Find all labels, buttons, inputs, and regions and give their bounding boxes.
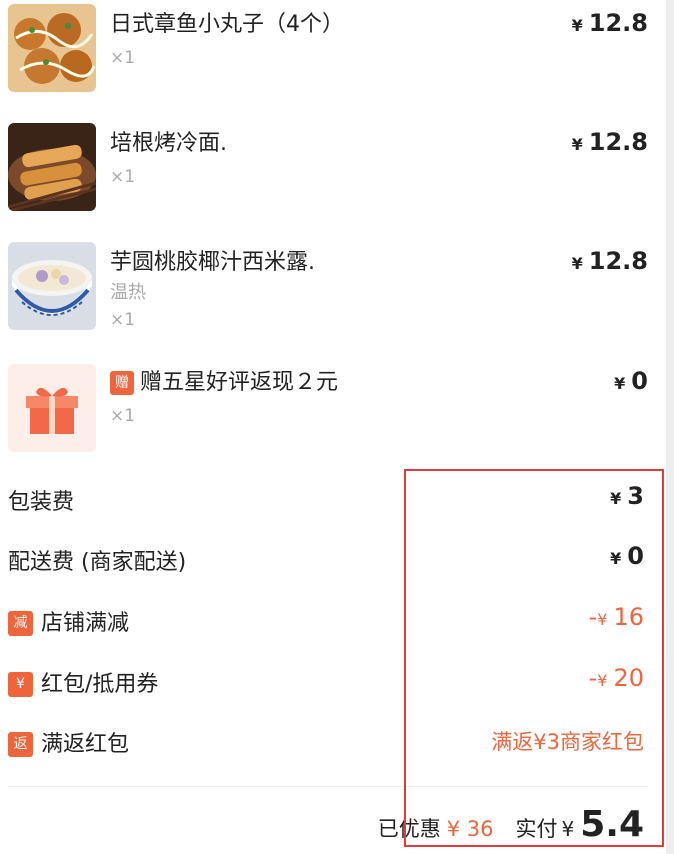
order-item-gift: 赠赠五星好评返现２元 ×1 ¥0 [8,362,648,462]
taro-dessert-bowl-icon [8,242,96,330]
item-name: 日式章鱼小丸子（4个） [110,12,344,37]
item-name: 芋圆桃胶椰汁西米露. [110,250,315,275]
order-item-taro-dessert: 芋圆桃胶椰汁西米露. 温热 ×1 ¥12.8 [8,242,648,342]
order-item-bacon-noodle: 培根烤冷面. ×1 ¥12.8 [8,123,648,223]
fee-label-text: 店铺满减 [41,611,130,636]
item-price: ¥12.8 [572,128,648,156]
fee-label: 减店铺满减 [8,605,129,637]
fee-label: 配送费 (商家配送) [8,550,187,575]
item-quantity: ×1 [110,48,136,68]
gift-price-value: 0 [631,367,648,395]
gift-name: 赠赠五星好评返现２元 [110,364,338,396]
currency-symbol: ¥ [571,135,583,154]
currency-symbol: ¥ [571,254,583,273]
item-quantity: ×1 [110,310,136,330]
currency-symbol: ¥ [614,374,626,393]
gift-badge: 赠 [110,371,134,395]
cashback-tag-icon: 返 [8,732,33,757]
fee-label: 返满返红包 [8,726,129,758]
item-name: 培根烤冷面. [110,131,227,156]
bacon-cold-noodle-food-icon [8,123,96,211]
currency-symbol: ¥ [571,16,583,35]
highlight-box [404,469,664,847]
fee-label-text: 红包/抵用券 [41,672,159,697]
item-quantity: ×1 [110,167,136,187]
discount-tag-icon: 减 [8,611,33,636]
item-price-value: 12.8 [588,247,648,275]
gift-price: ¥0 [614,367,648,395]
coupon-tag-icon: ¥ [8,672,33,697]
fee-label: 包装费 [8,490,75,515]
fee-label: ¥ 红包/抵用券 [8,666,158,698]
item-price: ¥12.8 [572,9,648,37]
gift-box-icon [8,364,96,452]
gift-name-text: 赠五星好评返现２元 [140,370,339,395]
item-spec: 温热 [110,282,146,303]
item-price: ¥12.8 [572,247,648,275]
fee-label-text: 满返红包 [41,732,130,757]
order-item-takoyaki: 日式章鱼小丸子（4个） ×1 ¥12.8 [8,4,648,104]
item-price-value: 12.8 [588,128,648,156]
item-price-value: 12.8 [588,9,648,37]
right-edge-strip [666,0,674,854]
takoyaki-food-icon [8,4,96,92]
gift-quantity: ×1 [110,406,136,426]
